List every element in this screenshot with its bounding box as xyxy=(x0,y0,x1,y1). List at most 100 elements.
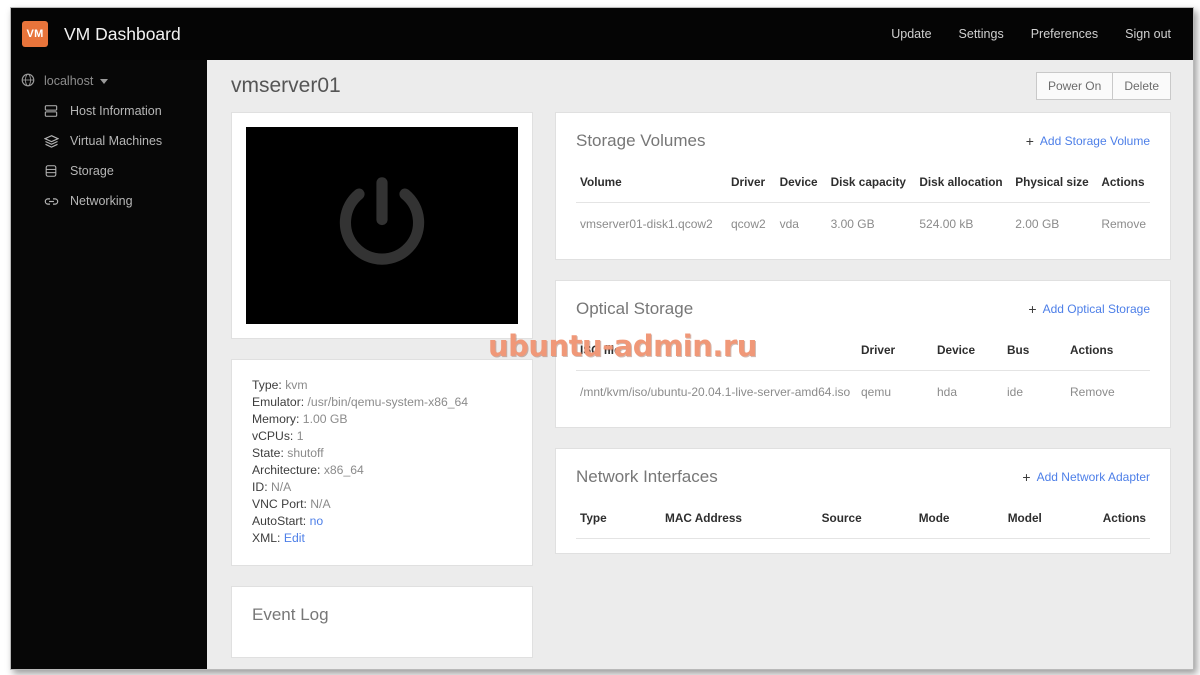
sidebar-item-storage[interactable]: Storage xyxy=(11,156,207,186)
detail-value: N/A xyxy=(310,497,331,511)
sidebar-host-label: localhost xyxy=(44,74,94,88)
main-content: vmserver01 Power On Delete Type: kvm Emu… xyxy=(207,60,1193,669)
brand[interactable]: VM VM Dashboard xyxy=(11,21,181,47)
add-optical-storage-button[interactable]: + Add Optical Storage xyxy=(1028,301,1150,317)
add-network-adapter-button[interactable]: + Add Network Adapter xyxy=(1022,469,1150,485)
col-device: Device xyxy=(775,161,827,203)
network-interfaces-card: Network Interfaces + Add Network Adapter xyxy=(555,448,1171,554)
col-iso-file: ISO file xyxy=(576,329,857,371)
detail-value: N/A xyxy=(270,480,292,494)
right-column: Storage Volumes + Add Storage Volume Vol… xyxy=(555,112,1171,574)
detail-value: x86_64 xyxy=(323,463,364,477)
table-header-row: Type MAC Address Source Mode Model Actio… xyxy=(576,497,1150,539)
xml-edit-link[interactable]: Edit xyxy=(284,531,305,545)
detail-xml: XML: Edit xyxy=(252,530,512,547)
col-disk-capacity: Disk capacity xyxy=(826,161,916,203)
col-physical-size: Physical size xyxy=(1011,161,1098,203)
detail-memory: Memory: 1.00 GB xyxy=(252,411,512,428)
sidebar-item-label: Networking xyxy=(70,194,133,208)
cell-device: vda xyxy=(779,217,799,231)
optical-storage-header: Optical Storage + Add Optical Storage xyxy=(556,281,1170,329)
nav-settings[interactable]: Settings xyxy=(959,27,1004,41)
col-actions: Actions xyxy=(1098,497,1150,539)
detail-autostart: AutoStart: no xyxy=(252,513,512,530)
page-header: vmserver01 Power On Delete xyxy=(207,60,1193,112)
link-icon xyxy=(43,193,59,209)
detail-value: shutoff xyxy=(287,446,324,460)
nav-update[interactable]: Update xyxy=(891,27,931,41)
optical-storage-table: ISO file Driver Device Bus Actions /mnt/… xyxy=(576,329,1150,413)
detail-key: ID: xyxy=(252,480,268,494)
table-header-row: Volume Driver Device Disk capacity Disk … xyxy=(576,161,1150,203)
storage-volumes-card: Storage Volumes + Add Storage Volume Vol… xyxy=(555,112,1171,260)
autostart-toggle-link[interactable]: no xyxy=(310,514,324,528)
col-device: Device xyxy=(933,329,1003,371)
add-storage-volume-button[interactable]: + Add Storage Volume xyxy=(1026,133,1150,149)
vm-details-card: Type: kvm Emulator: /usr/bin/qemu-system… xyxy=(231,359,533,566)
network-interfaces-title: Network Interfaces xyxy=(576,467,718,486)
add-network-adapter-label: Add Network Adapter xyxy=(1036,470,1150,484)
col-bus: Bus xyxy=(1003,329,1066,371)
cell-driver: qcow2 xyxy=(731,217,766,231)
top-navigation-bar: VM VM Dashboard Update Settings Preferen… xyxy=(11,8,1193,60)
detail-type: Type: kvm xyxy=(252,377,512,394)
table-row: vmserver01-disk1.qcow2 qcow2 vda 3.00 GB… xyxy=(576,203,1150,246)
plus-icon: + xyxy=(1028,301,1037,317)
sidebar-item-label: Host Information xyxy=(70,104,162,118)
detail-key: Architecture: xyxy=(252,463,321,477)
delete-button[interactable]: Delete xyxy=(1113,72,1171,100)
add-storage-volume-label: Add Storage Volume xyxy=(1039,134,1150,148)
detail-vnc-port: VNC Port: N/A xyxy=(252,496,512,513)
col-type: Type xyxy=(576,497,662,539)
col-actions: Actions xyxy=(1066,329,1150,371)
globe-icon xyxy=(21,73,35,90)
power-icon xyxy=(323,164,441,287)
network-interfaces-table-wrap: Type MAC Address Source Mode Model Actio… xyxy=(556,497,1170,553)
detail-value: 1 xyxy=(296,429,304,443)
browser-window: VM VM Dashboard Update Settings Preferen… xyxy=(10,7,1194,670)
cell-disk-capacity: 3.00 GB xyxy=(830,217,875,231)
storage-volumes-table: Volume Driver Device Disk capacity Disk … xyxy=(576,161,1150,245)
event-log-body xyxy=(232,635,532,657)
optical-storage-title: Optical Storage xyxy=(576,299,694,318)
content-columns: Type: kvm Emulator: /usr/bin/qemu-system… xyxy=(207,112,1193,669)
detail-value: kvm xyxy=(285,378,308,392)
col-driver: Driver xyxy=(857,329,933,371)
sidebar-item-virtual-machines[interactable]: Virtual Machines xyxy=(11,126,207,156)
network-interfaces-header: Network Interfaces + Add Network Adapter xyxy=(556,449,1170,497)
optical-storage-table-wrap: ISO file Driver Device Bus Actions /mnt/… xyxy=(556,329,1170,427)
left-column: Type: kvm Emulator: /usr/bin/qemu-system… xyxy=(231,112,533,669)
chevron-down-icon xyxy=(100,78,109,84)
power-on-button[interactable]: Power On xyxy=(1035,72,1114,100)
network-interfaces-table: Type MAC Address Source Mode Model Actio… xyxy=(576,497,1150,539)
remove-optical-link[interactable]: Remove xyxy=(1066,371,1150,414)
sidebar-item-networking[interactable]: Networking xyxy=(11,186,207,216)
col-volume: Volume xyxy=(576,161,727,203)
server-icon xyxy=(43,103,59,119)
vm-logo-badge: VM xyxy=(22,21,48,47)
vm-console-screen[interactable] xyxy=(246,127,518,324)
top-nav-links: Update Settings Preferences Sign out xyxy=(864,27,1193,41)
plus-icon: + xyxy=(1022,469,1031,485)
nav-sign-out[interactable]: Sign out xyxy=(1125,27,1171,41)
layers-icon xyxy=(43,133,59,149)
detail-key: Memory: xyxy=(252,412,300,426)
table-row: /mnt/kvm/iso/ubuntu-20.04.1-live-server-… xyxy=(576,371,1150,414)
remove-volume-link[interactable]: Remove xyxy=(1097,203,1150,246)
event-log-title: Event Log xyxy=(252,605,329,624)
col-disk-allocation: Disk allocation xyxy=(915,161,1012,203)
console-preview-card[interactable] xyxy=(231,112,533,339)
storage-volumes-header: Storage Volumes + Add Storage Volume xyxy=(556,113,1170,161)
sidebar-item-host-information[interactable]: Host Information xyxy=(11,96,207,126)
page-title: vmserver01 xyxy=(231,74,341,97)
sidebar-host-selector[interactable]: localhost xyxy=(11,66,207,96)
page-actions: Power On Delete xyxy=(1035,72,1171,100)
storage-volumes-title: Storage Volumes xyxy=(576,131,706,150)
detail-key: VNC Port: xyxy=(252,497,307,511)
detail-key: XML: xyxy=(252,531,281,545)
event-log-card: Event Log xyxy=(231,586,533,658)
detail-state: State: shutoff xyxy=(252,445,512,462)
add-optical-storage-label: Add Optical Storage xyxy=(1042,302,1150,316)
database-icon xyxy=(43,163,59,179)
nav-preferences[interactable]: Preferences xyxy=(1031,27,1098,41)
